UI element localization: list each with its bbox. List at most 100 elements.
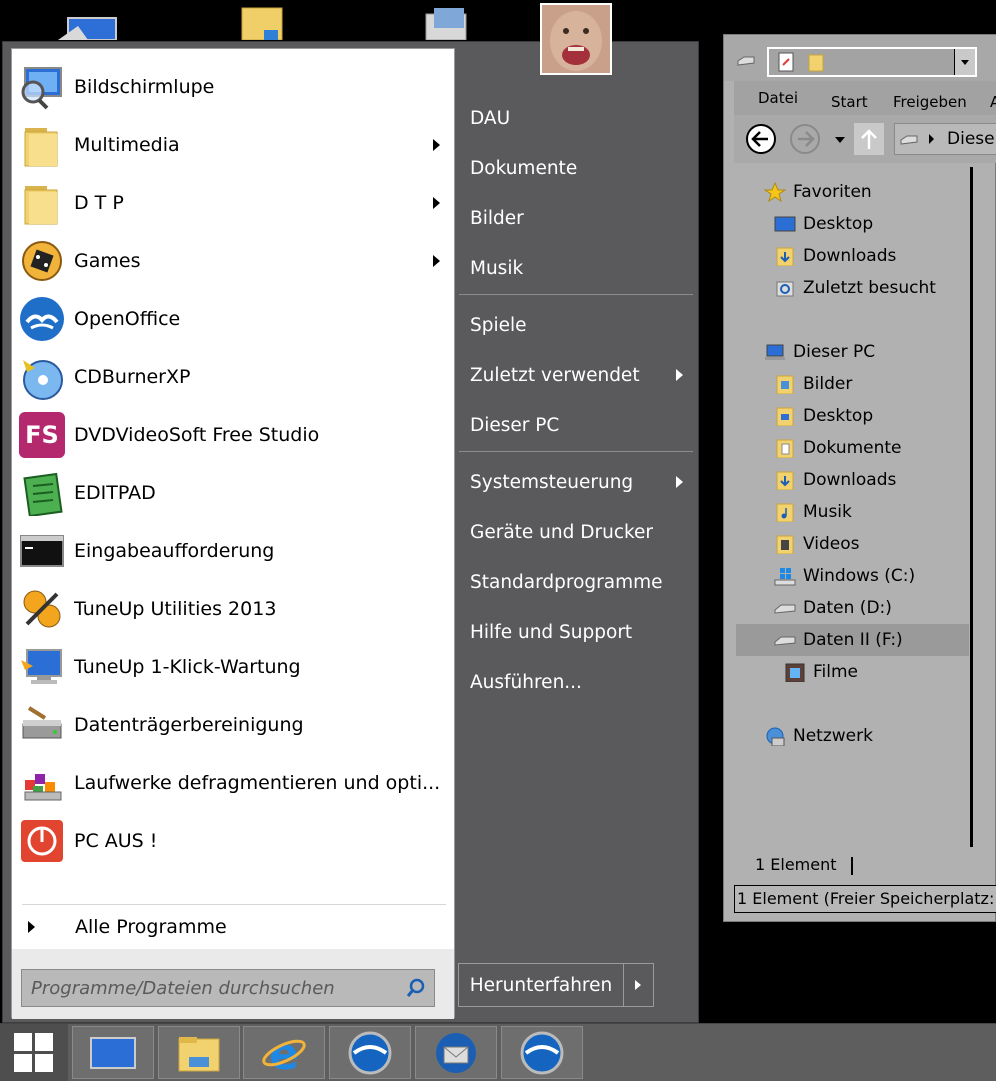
drive-icon (737, 56, 755, 66)
arrow-up-icon (861, 129, 877, 149)
new-folder-icon[interactable] (807, 51, 825, 73)
right-link-bilder[interactable]: Bilder (458, 198, 693, 238)
tree-item-dokumente[interactable]: Dokumente (774, 432, 902, 464)
shutdown-options-button[interactable] (624, 964, 653, 1006)
right-link-geraete-und-drucker[interactable]: Geräte und Drucker (458, 512, 693, 552)
back-button[interactable] (746, 124, 776, 154)
right-link-label: Systemsteuerung (470, 471, 634, 493)
forward-button[interactable] (790, 124, 820, 154)
taskbar-internet-explorer[interactable]: e (243, 1026, 325, 1079)
search-input[interactable] (22, 970, 413, 1006)
status-bar-text: 1 Element (Freier Speicherplatz: 1 (737, 889, 996, 908)
program-item-openoffice[interactable]: OpenOffice (12, 290, 454, 348)
tree-item-daten-ii-f[interactable]: Daten II (F:) (774, 624, 903, 656)
magnifier-icon (19, 64, 65, 110)
tree-item-desktop-pc[interactable]: Desktop (774, 400, 873, 432)
tree-label: Musik (803, 502, 852, 522)
tree-item-netzwerk[interactable]: Netzwerk (764, 720, 873, 752)
cdburner-icon (19, 354, 65, 400)
tree-item-zuletzt-besucht[interactable]: Zuletzt besucht (774, 272, 936, 304)
all-programs-button[interactable]: Alle Programme (12, 909, 454, 945)
program-item-freestudio[interactable]: FS DVDVideoSoft Free Studio (12, 406, 454, 464)
taskbar-file-explorer[interactable] (158, 1026, 240, 1079)
taskbar-show-desktop[interactable] (72, 1026, 154, 1079)
taskbar-browser-1[interactable] (329, 1026, 411, 1079)
desktop-monitor-icon[interactable] (58, 0, 120, 41)
right-link-zuletzt-verwendet[interactable]: Zuletzt verwendet (458, 355, 693, 395)
status-item-count: 1 Element (755, 855, 853, 875)
desktop-documents-icon[interactable] (420, 0, 476, 41)
tree-item-filme[interactable]: Filme (784, 656, 858, 688)
tree-item-dieser-pc[interactable]: Dieser PC (764, 336, 875, 368)
explorer-window: Datei Start Freigeben A Dieser Favoriten… (723, 34, 996, 922)
tree-label: Downloads (803, 470, 897, 490)
tree-item-favoriten[interactable]: Favoriten (764, 176, 872, 208)
right-link-ausfuehren[interactable]: Ausführen... (458, 662, 693, 702)
program-item-editpad[interactable]: EDITPAD (12, 464, 454, 522)
tree-item-musik[interactable]: Musik (774, 496, 852, 528)
taskbar-thunderbird[interactable] (415, 1026, 497, 1079)
program-label: DVDVideoSoft Free Studio (74, 424, 320, 446)
right-link-musik[interactable]: Musik (458, 248, 693, 288)
address-bar[interactable]: Dieser (894, 123, 996, 155)
right-link-spiele[interactable]: Spiele (458, 305, 693, 345)
ribbon-tab-freigeben[interactable]: Freigeben (893, 93, 967, 111)
program-item-eingabeaufforderung[interactable]: Eingabeaufforderung (12, 522, 454, 580)
file-explorer-icon (178, 1036, 220, 1071)
tree-item-desktop[interactable]: Desktop (774, 208, 873, 240)
program-item-pc-aus[interactable]: PC AUS ! (12, 812, 454, 870)
ribbon-tab-datei[interactable]: Datei (758, 89, 798, 107)
arrow-left-icon (751, 131, 768, 147)
tree-label: Videos (803, 534, 860, 554)
right-link-systemsteuerung[interactable]: Systemsteuerung (458, 462, 693, 502)
user-avatar[interactable] (540, 3, 612, 75)
program-item-tuneup-1klick[interactable]: TuneUp 1-Klick-Wartung (12, 638, 454, 696)
tree-label: Bilder (803, 374, 853, 394)
right-link-dau[interactable]: DAU (458, 98, 693, 138)
taskbar-browser-2[interactable] (501, 1026, 583, 1079)
tree-item-bilder[interactable]: Bilder (774, 368, 852, 400)
properties-icon[interactable] (777, 51, 795, 73)
desktop-folder-icon[interactable] (238, 0, 288, 41)
program-item-defrag[interactable]: Laufwerke defragmentieren und opti... (12, 754, 454, 812)
tree-item-daten-d[interactable]: Daten (D:) (774, 592, 892, 624)
right-link-label: Standardprogramme (470, 571, 663, 593)
right-link-hilfe-und-support[interactable]: Hilfe und Support (458, 612, 693, 652)
right-link-standardprogramme[interactable]: Standardprogramme (458, 562, 693, 602)
drive-icon (774, 636, 796, 646)
shutdown-button[interactable]: Herunterfahren (459, 964, 624, 1006)
program-item-dtp[interactable]: D T P (12, 174, 454, 232)
program-item-multimedia[interactable]: Multimedia (12, 116, 454, 174)
ribbon-tab-ansicht[interactable]: A (990, 93, 996, 111)
program-item-games[interactable]: Games (12, 232, 454, 290)
expand-arrow-icon (28, 921, 35, 933)
program-label: EDITPAD (74, 482, 156, 504)
tree-item-downloads-pc[interactable]: Downloads (774, 464, 896, 496)
videos-folder-icon (776, 535, 794, 554)
taskbar: e (0, 1023, 996, 1081)
tree-item-downloads[interactable]: Downloads (774, 240, 896, 272)
browser-icon (520, 1031, 564, 1074)
film-folder-icon (785, 663, 805, 682)
tree-item-windows-c[interactable]: Windows (C:) (774, 560, 915, 592)
breadcrumb-item[interactable]: Dieser (947, 129, 996, 149)
tree-scrollbar[interactable] (970, 167, 973, 847)
program-item-bildschirmlupe[interactable]: Bildschirmlupe (12, 58, 454, 116)
customize-toolbar-dropdown[interactable] (954, 49, 975, 75)
ribbon-tab-start[interactable]: Start (831, 93, 868, 111)
right-separator (459, 451, 693, 452)
program-item-cdburnerxp[interactable]: CDBurnerXP (12, 348, 454, 406)
tree-label: Dokumente (803, 438, 902, 458)
program-label: Multimedia (74, 134, 180, 156)
program-item-datentraegerbereinigung[interactable]: Datenträgerbereinigung (12, 696, 454, 754)
start-button[interactable] (0, 1024, 68, 1081)
right-link-dieser-pc[interactable]: Dieser PC (458, 405, 693, 445)
network-icon (766, 727, 785, 746)
up-button[interactable] (854, 123, 884, 155)
program-item-tuneup-utilities[interactable]: TuneUp Utilities 2013 (12, 580, 454, 638)
right-link-dokumente[interactable]: Dokumente (458, 148, 693, 188)
chevron-down-icon (961, 60, 969, 65)
recent-locations-dropdown[interactable] (835, 137, 845, 143)
tree-item-videos[interactable]: Videos (774, 528, 860, 560)
search-icon[interactable] (406, 978, 426, 998)
